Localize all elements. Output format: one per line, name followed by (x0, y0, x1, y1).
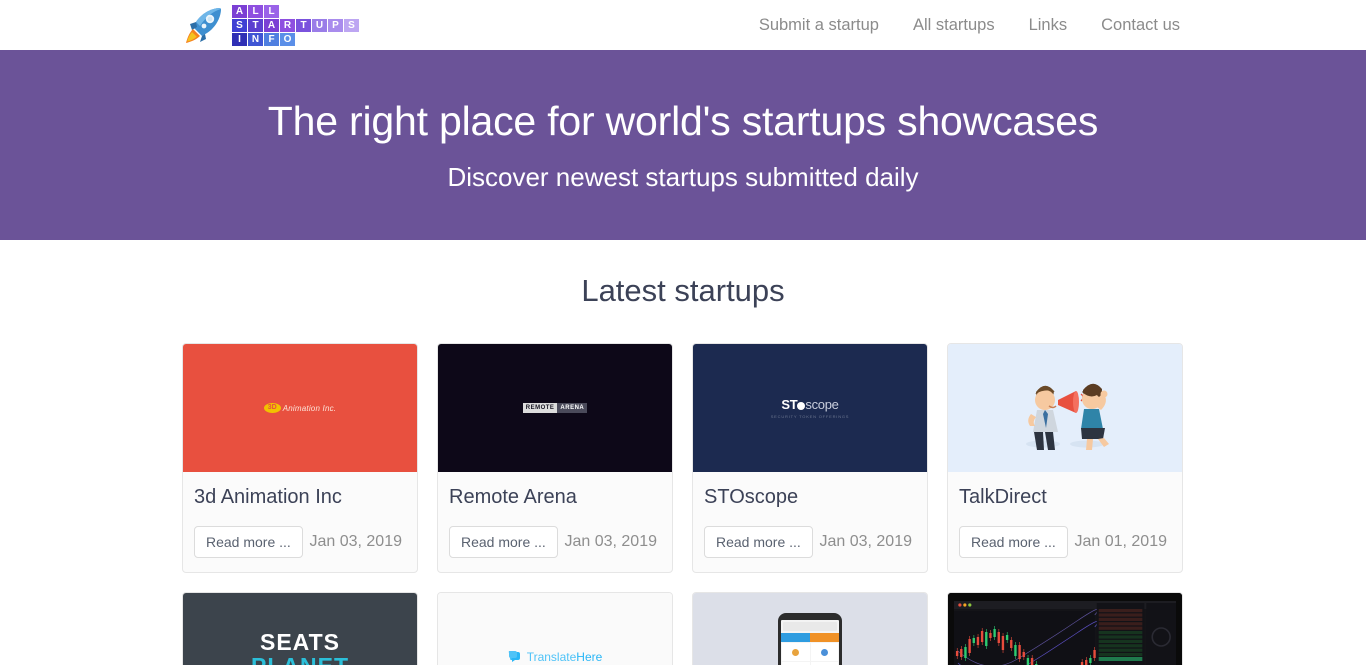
rocket-icon (186, 8, 221, 43)
card-footer: Read more ... Jan 03, 2019 (449, 526, 661, 558)
card-thumbnail[interactable]: SEATSPLANET+++ (183, 593, 417, 665)
startup-card[interactable]: REMOTE ARENA Remote Arena Read more ... Jan … (437, 343, 673, 573)
card-title[interactable]: STOscope (704, 486, 916, 509)
read-more-button[interactable]: Read more ... (449, 526, 558, 558)
hero-banner: The right place for world's startups sho… (0, 50, 1366, 240)
phone-app-grid (781, 642, 839, 665)
thumb-phone-mockup (778, 613, 842, 665)
card-body: STOscope Read more ... Jan 03, 2019 (693, 472, 927, 572)
logo-tile-o-23: O (280, 32, 295, 46)
app-cell-1 (810, 643, 838, 661)
nav-links[interactable]: Links (1029, 16, 1068, 35)
startup-card[interactable]: TranslateHere (437, 592, 673, 665)
card-thumbnail[interactable]: ST scope SECURITY TOKEN OFFERINGS (693, 344, 927, 472)
logo-text: Animation Inc. (282, 403, 337, 413)
logo-row-2: STARTUPS (232, 18, 359, 32)
card-thumbnail[interactable]: 3D Animation Inc. (183, 344, 417, 472)
logo-letter-tiles: ALL STARTUPS INFO (232, 4, 359, 46)
card-body: TalkDirect Read more ... Jan 01, 2019 (948, 472, 1182, 572)
card-thumbnail[interactable] (948, 344, 1182, 472)
page-title: Latest startups (581, 273, 785, 308)
thumb-logo-3d-animation: 3D Animation Inc. (263, 403, 337, 413)
thumb-logo-seats-planet: SEATSPLANET+++ (251, 620, 349, 665)
phone-screen (781, 620, 839, 665)
main-navigation: Submit a startup All startups Links Contact… (759, 0, 1180, 50)
card-thumbnail[interactable] (948, 593, 1182, 665)
logo-tile-p-16: P (328, 18, 343, 32)
card-body: Remote Arena Read more ... Jan 03, 2019 (438, 472, 672, 572)
card-thumbnail[interactable] (693, 593, 927, 665)
thumb-trading-screenshot (948, 593, 1182, 665)
logo-text: TranslateHere (526, 650, 603, 664)
trading-chart-image (948, 593, 1182, 665)
logo-row-3: INFO (232, 32, 359, 46)
read-more-button[interactable]: Read more ... (959, 526, 1068, 558)
hero-subtitle: Discover newest startups submitted daily (447, 162, 919, 192)
thumb-illustration-talkdirect (1005, 356, 1125, 461)
startup-card[interactable]: 3D Animation Inc. 3d Animation Inc Read mor… (182, 343, 418, 573)
logo-wordmark: ST scope (781, 397, 839, 412)
startup-card[interactable] (947, 592, 1183, 665)
card-footer: Read more ... Jan 01, 2019 (959, 526, 1171, 558)
logo-line-2: PLANET (251, 654, 349, 665)
logo-tile-a-00: A (232, 4, 247, 18)
logo-tile-n-21: N (248, 32, 263, 46)
card-title[interactable]: Remote Arena (449, 486, 661, 509)
thumb-logo-remote-arena: REMOTE ARENA (522, 403, 588, 413)
logo-tile-a-12: A (264, 18, 279, 32)
logo-line-1: SEATS (260, 629, 340, 655)
startup-card[interactable] (692, 592, 928, 665)
logo-tile-t-14: T (296, 18, 311, 32)
read-more-button[interactable]: Read more ... (704, 526, 813, 558)
logo-row-1: ALL (232, 4, 359, 18)
startup-card-grid: 3D Animation Inc. 3d Animation Inc Read mor… (182, 343, 1184, 665)
card-title[interactable]: 3d Animation Inc (194, 486, 406, 509)
card-footer: Read more ... Jan 03, 2019 (704, 526, 916, 558)
badge-right: ARENA (557, 403, 588, 413)
thumb-logo-translatehere: TranslateHere (508, 650, 603, 664)
nav-contact-us[interactable]: Contact us (1101, 16, 1180, 35)
card-date: Jan 03, 2019 (819, 533, 912, 550)
badge-left: REMOTE (522, 403, 558, 413)
nav-all-startups[interactable]: All startups (913, 16, 995, 35)
startup-card[interactable]: ST scope SECURITY TOKEN OFFERINGS STOscope R… (692, 343, 928, 573)
read-more-button[interactable]: Read more ... (194, 526, 303, 558)
logo-tile-t-11: T (248, 18, 263, 32)
card-date: Jan 01, 2019 (1074, 533, 1167, 550)
card-date: Jan 03, 2019 (309, 533, 402, 550)
site-logo[interactable]: ALL STARTUPS INFO (184, 3, 359, 47)
nav-submit-a-startup[interactable]: Submit a startup (759, 16, 879, 35)
logo-tile-l-01: L (248, 4, 263, 18)
startup-card[interactable]: SEATSPLANET+++ (182, 592, 418, 665)
main-content: Latest startups 3D Animation Inc. 3d Anima… (0, 240, 1366, 665)
logo-tile-l-02: L (264, 4, 279, 18)
phone-tabs (781, 633, 839, 642)
card-thumbnail[interactable]: REMOTE ARENA (438, 344, 672, 472)
startup-card[interactable]: TalkDirect Read more ... Jan 01, 2019 (947, 343, 1183, 573)
phone-search-bar (783, 622, 837, 631)
logo-tile-u-15: U (312, 18, 327, 32)
logo-tagline: SECURITY TOKEN OFFERINGS (770, 414, 850, 419)
logo-tile-s-10: S (232, 18, 247, 32)
card-thumbnail[interactable]: TranslateHere (438, 593, 672, 665)
logo-tile-i-20: I (232, 32, 247, 46)
thumb-logo-stoscope: ST scope SECURITY TOKEN OFFERINGS (771, 397, 850, 419)
logo-tile-f-22: F (264, 32, 279, 46)
hero-title: The right place for world's startups sho… (267, 97, 1099, 144)
card-footer: Read more ... Jan 03, 2019 (194, 526, 406, 558)
logo-badge-3d: 3D (263, 403, 281, 413)
site-header: ALL STARTUPS INFO Submit a startup All st… (0, 0, 1366, 50)
logo-tile-r-13: R (280, 18, 295, 32)
card-date: Jan 03, 2019 (564, 533, 657, 550)
logo-tile-s-17: S (344, 18, 359, 32)
megaphone-people-icon (1026, 383, 1109, 450)
card-title[interactable]: TalkDirect (959, 486, 1171, 509)
card-body: 3d Animation Inc Read more ... Jan 03, 201… (183, 472, 417, 572)
app-cell-0 (782, 643, 810, 661)
translate-icon (508, 651, 520, 662)
